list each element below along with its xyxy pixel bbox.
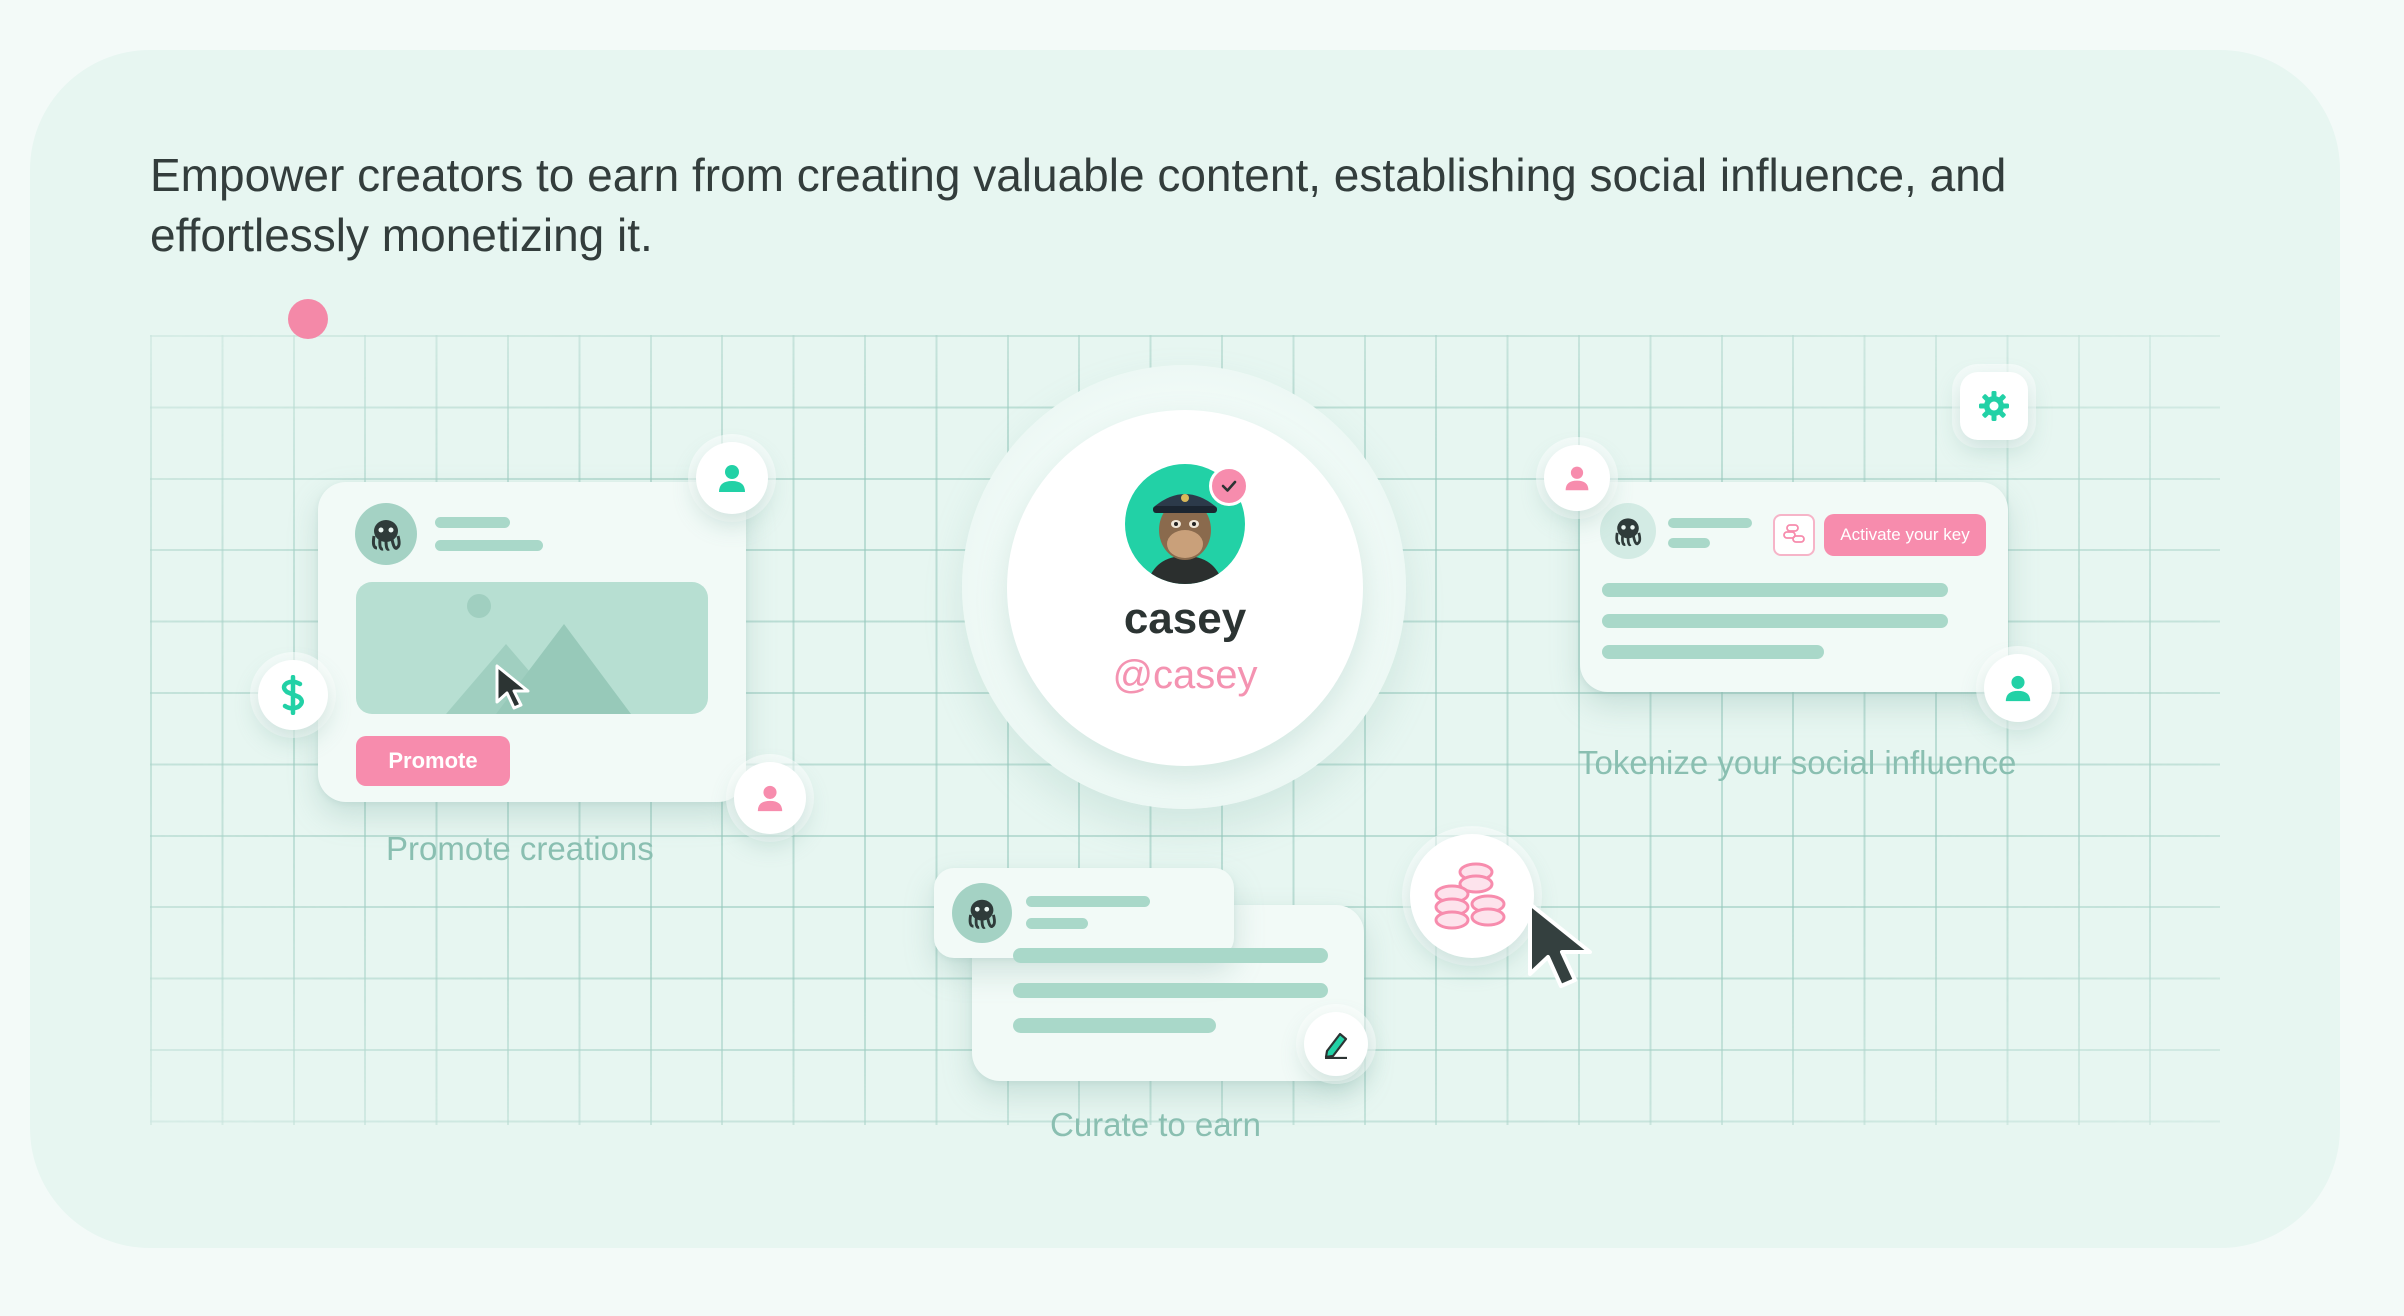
- coins-badge[interactable]: [1410, 834, 1534, 958]
- user-icon: [2005, 675, 2031, 702]
- user-badge-top: [696, 442, 768, 514]
- curate-name-placeholder: [1026, 896, 1150, 907]
- headline: Empower creators to earn from creating v…: [150, 149, 2007, 261]
- curate-text-line-3: [1013, 1018, 1216, 1033]
- pink-dot-decoration: [288, 299, 328, 339]
- profile-handle: @casey: [1112, 653, 1258, 697]
- curate-text-line-1: [1013, 948, 1328, 963]
- dollar-icon: [281, 675, 304, 715]
- gear-icon: [1979, 391, 2009, 421]
- verified-badge: [1209, 466, 1249, 506]
- coins-icon: [1783, 524, 1805, 543]
- user-badge-bottom: [734, 762, 806, 834]
- cursor-icon: [494, 664, 534, 717]
- user-icon: [719, 465, 745, 492]
- curate-text-line-2: [1013, 983, 1328, 998]
- key-icon-box: [1773, 514, 1815, 556]
- promote-caption: Promote creations: [386, 830, 654, 867]
- user-icon: [1565, 466, 1589, 491]
- tokenize-text-line-1: [1602, 583, 1948, 597]
- profile-name: casey: [1123, 594, 1247, 643]
- cursor-icon: [1524, 900, 1602, 995]
- coins-icon: [1434, 862, 1506, 930]
- user-badge-right: [1984, 654, 2052, 722]
- activate-key-button[interactable]: Activate your key: [1824, 514, 1986, 556]
- tokenize-name-placeholder: [1668, 518, 1752, 528]
- octopus-avatar-icon: [1600, 503, 1656, 559]
- check-icon: [1221, 480, 1237, 492]
- promote-meta-placeholder: [435, 540, 543, 551]
- settings-badge[interactable]: [1960, 372, 2028, 440]
- octopus-avatar-icon: [355, 503, 417, 565]
- tokenize-text-line-2: [1602, 614, 1948, 628]
- curate-caption: Curate to earn: [1050, 1106, 1261, 1143]
- tokenize-meta-placeholder: [1668, 538, 1710, 548]
- activate-key-button-label: Activate your key: [1840, 525, 1970, 544]
- promote-name-placeholder: [435, 517, 510, 528]
- edit-badge[interactable]: [1304, 1012, 1368, 1076]
- promote-button-label: Promote: [388, 748, 478, 773]
- octopus-avatar-icon: [952, 883, 1012, 943]
- curate-meta-placeholder: [1026, 918, 1088, 929]
- tokenize-caption: Tokenize your social influence: [1578, 744, 2017, 781]
- user-badge-left: [1544, 445, 1610, 511]
- dollar-badge: [258, 660, 328, 730]
- pen-icon: [1324, 1032, 1348, 1059]
- user-icon: [757, 785, 783, 812]
- tokenize-text-line-3: [1602, 645, 1824, 659]
- promote-button[interactable]: Promote: [356, 736, 510, 786]
